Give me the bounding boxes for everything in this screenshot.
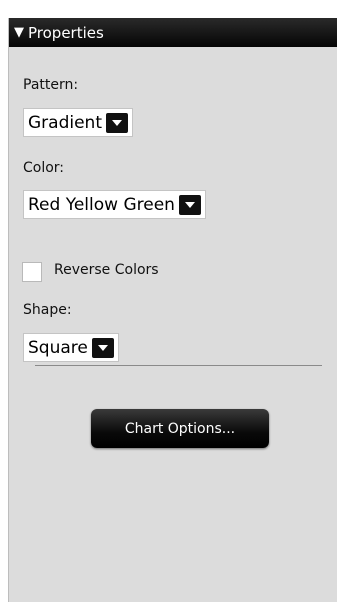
reverse-colors-checkbox[interactable] (22, 262, 42, 282)
properties-title: Properties (28, 23, 104, 42)
reverse-colors-label: Reverse Colors (54, 262, 159, 278)
properties-header[interactable]: ▼ Properties (9, 18, 337, 47)
shape-select[interactable]: Square (23, 333, 119, 362)
pattern-label: Pattern: (23, 77, 79, 93)
shape-label: Shape: (23, 302, 72, 318)
chevron-down-icon[interactable] (178, 194, 201, 215)
dropdown-arrow-icon (184, 201, 195, 208)
shape-value: Square (28, 337, 88, 358)
color-label: Color: (23, 160, 65, 176)
dropdown-arrow-icon (112, 119, 122, 126)
chevron-down-icon[interactable] (106, 112, 128, 133)
chart-options-button[interactable]: Chart Options... (91, 409, 269, 448)
pattern-select[interactable]: Gradient (23, 108, 133, 137)
color-select[interactable]: Red Yellow Green (23, 190, 206, 219)
color-value: Red Yellow Green (28, 194, 175, 215)
divider (35, 365, 322, 366)
chevron-down-icon[interactable] (91, 337, 114, 358)
collapse-triangle-icon: ▼ (14, 25, 24, 40)
dropdown-arrow-icon (97, 344, 108, 351)
properties-panel: ▼ Properties Pattern: Gradient Color: Re… (8, 18, 337, 602)
pattern-value: Gradient (28, 112, 102, 133)
